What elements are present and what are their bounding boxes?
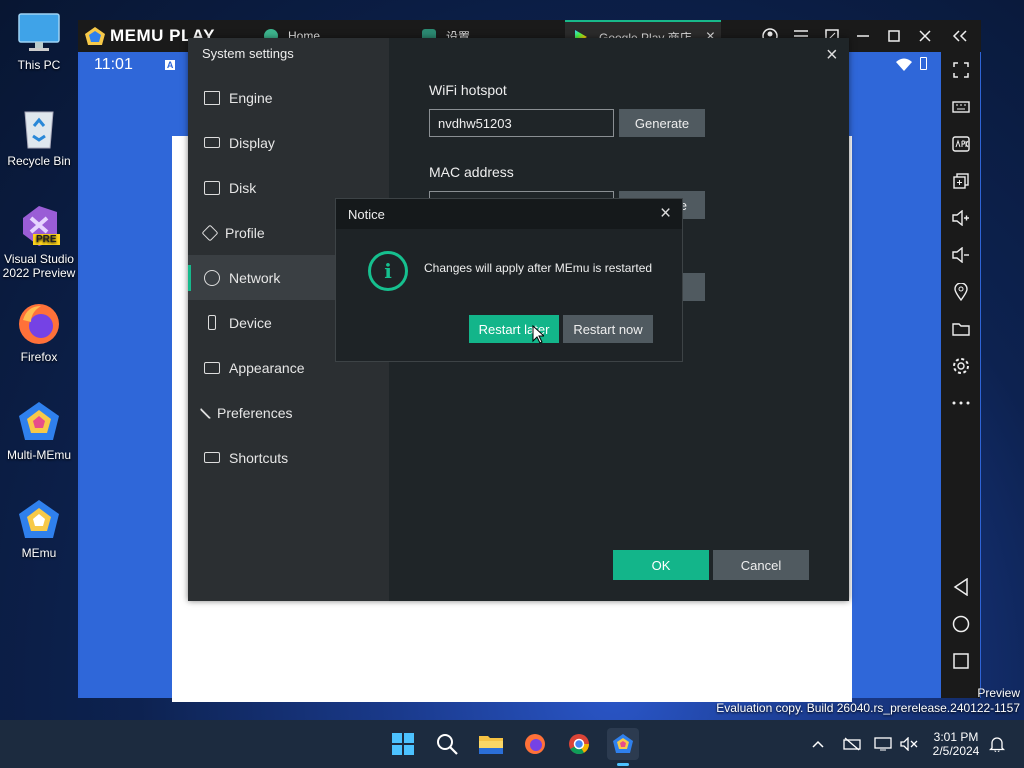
notification-bell-icon[interactable] (989, 720, 1005, 768)
firefox-icon (17, 302, 61, 346)
multi-memu-icon (17, 400, 61, 444)
nav-item-label: Device (229, 314, 272, 331)
status-time: 11:01 (94, 56, 133, 73)
memu-logo-icon (85, 27, 105, 45)
nav-item-preferences[interactable]: Preferences (188, 390, 389, 435)
more-options-icon[interactable] (941, 388, 980, 418)
nav-item-display[interactable]: Display (188, 120, 389, 165)
settings-close-icon[interactable]: × (826, 45, 838, 65)
search-icon[interactable] (431, 728, 463, 760)
volume-up-icon[interactable] (941, 203, 980, 233)
wifi-hotspot-label: WiFi hotspot (429, 82, 507, 98)
fullscreen-icon[interactable] (941, 55, 980, 85)
minimize-icon[interactable] (848, 20, 878, 52)
memu-right-toolbar (941, 52, 980, 698)
desktop-icon-label: Recycle Bin (7, 154, 71, 168)
watermark-build: Evaluation copy. Build 26040.rs_prerelea… (716, 701, 1020, 715)
clock[interactable]: 3:01 PM 2/5/2024 (926, 720, 986, 768)
taskbar: 3:01 PM 2/5/2024 (0, 720, 1024, 768)
monitor-tray-icon[interactable] (874, 720, 892, 768)
nav-item-label: Display (229, 134, 275, 151)
cancel-button[interactable]: Cancel (713, 550, 809, 580)
collapse-sidebar-icon[interactable] (945, 20, 975, 52)
apk-icon[interactable] (941, 129, 980, 159)
clock-date: 2/5/2024 (932, 744, 980, 758)
recycle-bin-icon (17, 106, 61, 150)
memu-taskbar-icon[interactable] (607, 728, 639, 766)
wifi-hotspot-field[interactable]: nvdhw51203 (429, 109, 614, 137)
volume-muted-icon[interactable] (900, 720, 918, 768)
visual-studio-icon: PRE (17, 204, 61, 248)
pre-badge: PRE (33, 234, 60, 245)
home-nav-icon[interactable] (941, 609, 980, 639)
desktop-icon-label: MEmu (21, 546, 57, 560)
active-app-indicator (617, 763, 629, 766)
nav-item-engine[interactable]: Engine (188, 75, 389, 120)
globe-icon (204, 269, 220, 286)
phone-device-icon (208, 315, 216, 330)
keyboard-icon[interactable] (941, 92, 980, 122)
notice-close-icon[interactable]: × (660, 204, 671, 223)
wifi-status-icon (896, 58, 912, 76)
nav-item-label: Network (229, 269, 281, 286)
generate-button[interactable]: Generate (619, 109, 705, 137)
nav-item-label: Disk (229, 179, 257, 196)
notice-header: Notice (336, 199, 682, 229)
notice-message: Changes will apply after MEmu is restart… (424, 261, 653, 275)
cpu-chip-icon (204, 90, 220, 105)
restart-now-button[interactable]: Restart now (563, 315, 653, 343)
chrome-icon[interactable] (563, 728, 595, 760)
desktop-icon-memu[interactable]: MEmu (2, 498, 76, 560)
nav-item-label: Preferences (217, 404, 293, 421)
tray-overflow-icon[interactable] (812, 720, 824, 768)
desktop-icon-visual-studio[interactable]: PRE Visual Studio 2022 Preview (2, 204, 76, 280)
nav-item-shortcuts[interactable]: Shortcuts (188, 435, 389, 480)
keyboard-shortcut-icon (204, 452, 220, 463)
firefox-taskbar-icon[interactable] (519, 728, 551, 760)
memu-icon (17, 498, 61, 542)
desktop-icon-label: Multi-MEmu (6, 448, 71, 462)
nav-item-label: Engine (229, 89, 273, 106)
watermark-preview: Preview (977, 686, 1020, 700)
monitor-icon (17, 10, 61, 54)
settings-gear-icon[interactable] (941, 351, 980, 381)
maximize-icon[interactable] (879, 20, 909, 52)
notice-dialog: Notice × i Changes will apply after MEmu… (335, 198, 683, 362)
desktop-icon-this-pc[interactable]: This PC (2, 10, 76, 72)
restart-later-button[interactable]: Restart later (469, 315, 559, 343)
volume-down-icon[interactable] (941, 240, 980, 270)
notice-title: Notice (348, 206, 385, 222)
desktop-icon-recycle-bin[interactable]: Recycle Bin (2, 106, 76, 168)
start-windows-icon[interactable] (387, 728, 419, 760)
nav-item-label: Appearance (229, 359, 305, 376)
wrench-icon (199, 406, 213, 419)
desktop-icon-label: Firefox (20, 350, 58, 364)
multi-instance-icon[interactable] (941, 166, 980, 196)
recents-nav-icon[interactable] (941, 646, 980, 676)
back-nav-icon[interactable] (941, 572, 980, 602)
battery-icon (920, 57, 927, 70)
ok-button[interactable]: OK (613, 550, 709, 580)
clock-time: 3:01 PM (933, 730, 979, 744)
mouse-cursor (532, 324, 546, 349)
nav-item-label: Profile (225, 224, 265, 241)
network-offline-icon[interactable] (843, 720, 861, 768)
window-close-icon[interactable] (910, 20, 940, 52)
info-icon: i (368, 251, 408, 291)
desktop-icon-label: This PC (17, 58, 61, 72)
disk-save-icon (204, 180, 220, 195)
tag-icon (201, 224, 219, 241)
status-notification-badge: A (164, 60, 176, 70)
display-monitor-icon (204, 137, 220, 148)
desktop-icon-multi-memu[interactable]: Multi-MEmu (2, 400, 76, 462)
file-explorer-icon[interactable] (475, 728, 507, 760)
nav-item-label: Shortcuts (229, 449, 289, 466)
desktop-icon-label: Visual Studio 2022 Preview (2, 252, 76, 280)
window-appearance-icon (204, 361, 220, 374)
folder-icon[interactable] (941, 314, 980, 344)
location-icon[interactable] (941, 277, 980, 307)
settings-title: System settings (202, 46, 294, 61)
desktop-icon-firefox[interactable]: Firefox (2, 302, 76, 364)
mac-address-label: MAC address (429, 164, 514, 180)
